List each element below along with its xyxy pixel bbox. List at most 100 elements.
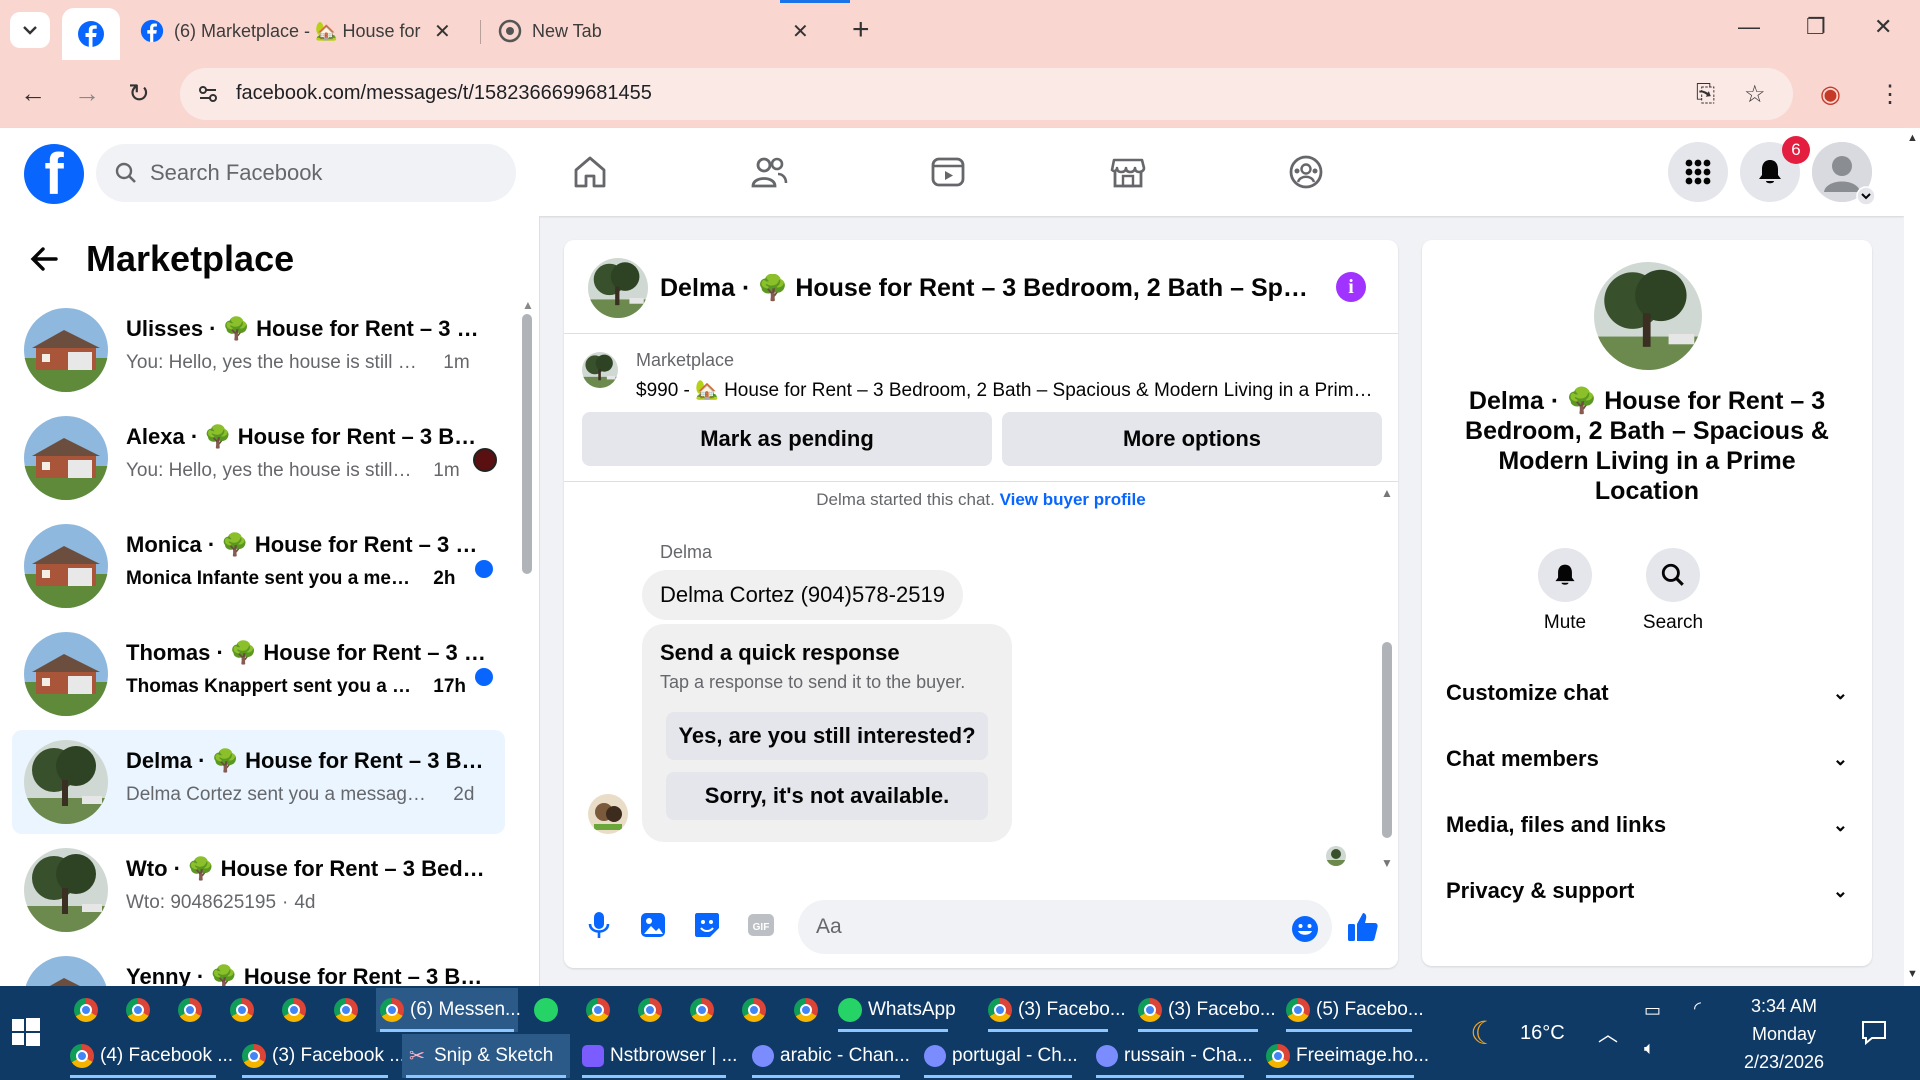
taskbar-messenger-window[interactable]: (6) Messen... [376, 988, 521, 1032]
back-icon[interactable]: ← [20, 78, 46, 109]
battery-icon[interactable]: ▭ [1644, 1000, 1661, 1021]
search-input[interactable] [150, 160, 470, 186]
taskbar-nstbrowser[interactable]: Nstbrowser | ... [578, 1034, 737, 1078]
taskbar-facebook-window[interactable]: (3) Facebo... [1134, 988, 1276, 1032]
taskbar-chrome-window[interactable] [278, 988, 310, 1032]
taskbar-freeimage-window[interactable]: Freeimage.ho... [1262, 1034, 1429, 1078]
chat-title[interactable]: Delma · 🌳 House for Rent – 3 Bedroom, 2 … [660, 274, 1320, 303]
taskbar-chat-window[interactable]: arabic - Chan... [748, 1034, 910, 1078]
facebook-search-box[interactable] [96, 144, 516, 202]
chat-members-section[interactable]: Chat members ⌄ [1446, 734, 1848, 784]
reload-icon[interactable]: ↻ [128, 78, 150, 109]
address-bar[interactable]: facebook.com/messages/t/1582366699681455 [180, 68, 1793, 120]
notification-center-icon[interactable] [1860, 1018, 1888, 1046]
conversation-item[interactable]: Alexa · 🌳 House for Rent – 3 Bedroom, 2 … [12, 406, 505, 510]
taskbar-chrome-window[interactable] [70, 988, 102, 1032]
message-input[interactable] [816, 915, 1256, 939]
photo-icon[interactable] [638, 910, 668, 940]
mute-button[interactable]: Mute [1520, 548, 1610, 634]
chat-profile-avatar[interactable] [1594, 262, 1702, 370]
gif-icon[interactable]: GIF [746, 910, 776, 940]
system-clock[interactable]: 3:34 AM Monday 2/23/2026 [1716, 992, 1852, 1076]
menu-button[interactable] [1668, 142, 1728, 202]
video-icon[interactable] [930, 154, 966, 190]
marketplace-icon[interactable] [1110, 154, 1146, 190]
sticker-icon[interactable] [692, 910, 722, 940]
volume-icon[interactable]: 🔈︎ [1644, 1038, 1655, 1059]
like-thumbs-up-icon[interactable] [1346, 910, 1380, 944]
back-arrow-icon[interactable] [28, 243, 60, 275]
page-scrollbar[interactable]: ▲ ▼ [1904, 128, 1920, 986]
chat-avatar[interactable] [588, 258, 648, 318]
profile-icon[interactable]: ◉ [1820, 80, 1841, 109]
taskbar-chrome-window[interactable] [174, 988, 206, 1032]
scrollbar-thumb[interactable] [1382, 642, 1392, 838]
taskbar-chat-window[interactable]: portugal - Ch... [920, 1034, 1078, 1078]
taskbar-facebook-window[interactable]: (3) Facebook ... [238, 1034, 405, 1078]
taskbar-facebook-window[interactable]: (4) Facebook ... [66, 1034, 233, 1078]
search-in-chat-button[interactable]: Search [1628, 548, 1718, 634]
pinned-facebook-tab[interactable] [62, 8, 120, 60]
message-input-box[interactable] [798, 900, 1332, 954]
quick-reply-interested-button[interactable]: Yes, are you still interested? [666, 712, 988, 760]
quick-reply-unavailable-button[interactable]: Sorry, it's not available. [666, 772, 988, 820]
taskbar-chat-window[interactable]: russain - Cha... [1092, 1034, 1253, 1078]
groups-icon[interactable] [1288, 154, 1324, 190]
view-buyer-profile-link[interactable]: View buyer profile [1000, 490, 1146, 509]
taskbar-chrome-window[interactable] [686, 988, 718, 1032]
taskbar-facebook-window[interactable]: (3) Facebo... [984, 988, 1126, 1032]
bookmark-star-icon[interactable]: ☆ [1744, 80, 1766, 109]
tab-new-tab[interactable]: New Tab ✕ [498, 8, 809, 54]
home-icon[interactable] [572, 154, 608, 190]
emoji-icon[interactable] [1290, 914, 1320, 944]
inbox-scrollbar[interactable]: ▲ [522, 298, 534, 978]
weather-moon-icon[interactable]: ☾ [1470, 1014, 1499, 1052]
conversation-item[interactable]: Yenny · 🌳 House for Rent – 3 Bedroom, 2 … [12, 946, 505, 986]
conversation-item-active[interactable]: Delma · 🌳 House for Rent – 3 Bedroom, 2 … [12, 730, 505, 834]
wifi-icon[interactable]: ◜ [1694, 998, 1701, 1019]
taskbar-chrome-window[interactable] [738, 988, 770, 1032]
minimize-icon[interactable]: — [1738, 14, 1760, 40]
conversation-item[interactable]: Ulisses · 🌳 House for Rent – 3 Bedroom, … [12, 298, 505, 402]
windows-start-icon[interactable] [12, 1018, 40, 1046]
info-icon[interactable]: i [1336, 272, 1366, 302]
media-files-links-section[interactable]: Media, files and links ⌄ [1446, 800, 1848, 850]
taskbar-chrome-window[interactable] [330, 988, 362, 1032]
mark-as-pending-button[interactable]: Mark as pending [582, 412, 992, 466]
sender-avatar[interactable] [588, 794, 628, 834]
restore-icon[interactable]: ❐ [1806, 14, 1826, 40]
weather-temperature[interactable]: 16°C [1520, 1022, 1565, 1045]
close-tab-icon[interactable]: ✕ [434, 19, 451, 44]
chevron-down-icon[interactable] [1856, 186, 1876, 206]
taskbar-whatsapp-window[interactable]: WhatsApp [834, 988, 956, 1032]
tab-search-button[interactable] [10, 12, 50, 48]
tab-marketplace[interactable]: (6) Marketplace - 🏡 House for Rent ✕ [140, 8, 451, 54]
conversation-item[interactable]: Wto · 🌳 House for Rent – 3 Bedroom, 2 Ba… [12, 838, 505, 942]
privacy-support-section[interactable]: Privacy & support ⌄ [1446, 866, 1848, 916]
taskbar-whatsapp[interactable] [530, 988, 562, 1032]
listing-description[interactable]: $990 - 🏡 House for Rent – 3 Bedroom, 2 B… [636, 378, 1376, 402]
customize-chat-section[interactable]: Customize chat ⌄ [1446, 668, 1848, 718]
more-options-button[interactable]: More options [1002, 412, 1382, 466]
taskbar-snip-sketch[interactable]: ✂ Snip & Sketch [402, 1034, 570, 1078]
taskbar-chrome-window[interactable] [634, 988, 666, 1032]
close-window-icon[interactable]: ✕ [1874, 14, 1892, 40]
taskbar-chrome-window[interactable] [226, 988, 258, 1032]
conversation-item[interactable]: Monica · 🌳 House for Rent – 3 Bedroom, 2… [12, 514, 505, 618]
close-tab-icon[interactable]: ✕ [792, 19, 809, 44]
facebook-logo[interactable]: f [24, 144, 84, 204]
friends-icon[interactable] [750, 154, 788, 190]
scrollbar-thumb[interactable] [522, 314, 532, 574]
taskbar-chrome-window[interactable] [790, 988, 822, 1032]
chevron-up-icon[interactable]: ︿ [1598, 1018, 1618, 1047]
message-bubble[interactable]: Delma Cortez (904)578-2519 [642, 570, 963, 620]
conversation-item[interactable]: Thomas · 🌳 House for Rent – 3 Bedroom, 2… [12, 622, 505, 726]
taskbar-facebook-window[interactable]: (5) Facebo... [1282, 988, 1424, 1032]
chat-scrollbar[interactable]: ▲ ▼ [1380, 486, 1394, 876]
taskbar-chrome-window[interactable] [122, 988, 154, 1032]
menu-kebab-icon[interactable]: ⋮ [1878, 80, 1902, 109]
new-tab-button[interactable]: + [852, 12, 870, 48]
site-settings-icon[interactable] [196, 82, 220, 106]
forward-icon[interactable]: → [74, 78, 100, 109]
microphone-icon[interactable] [584, 910, 614, 940]
